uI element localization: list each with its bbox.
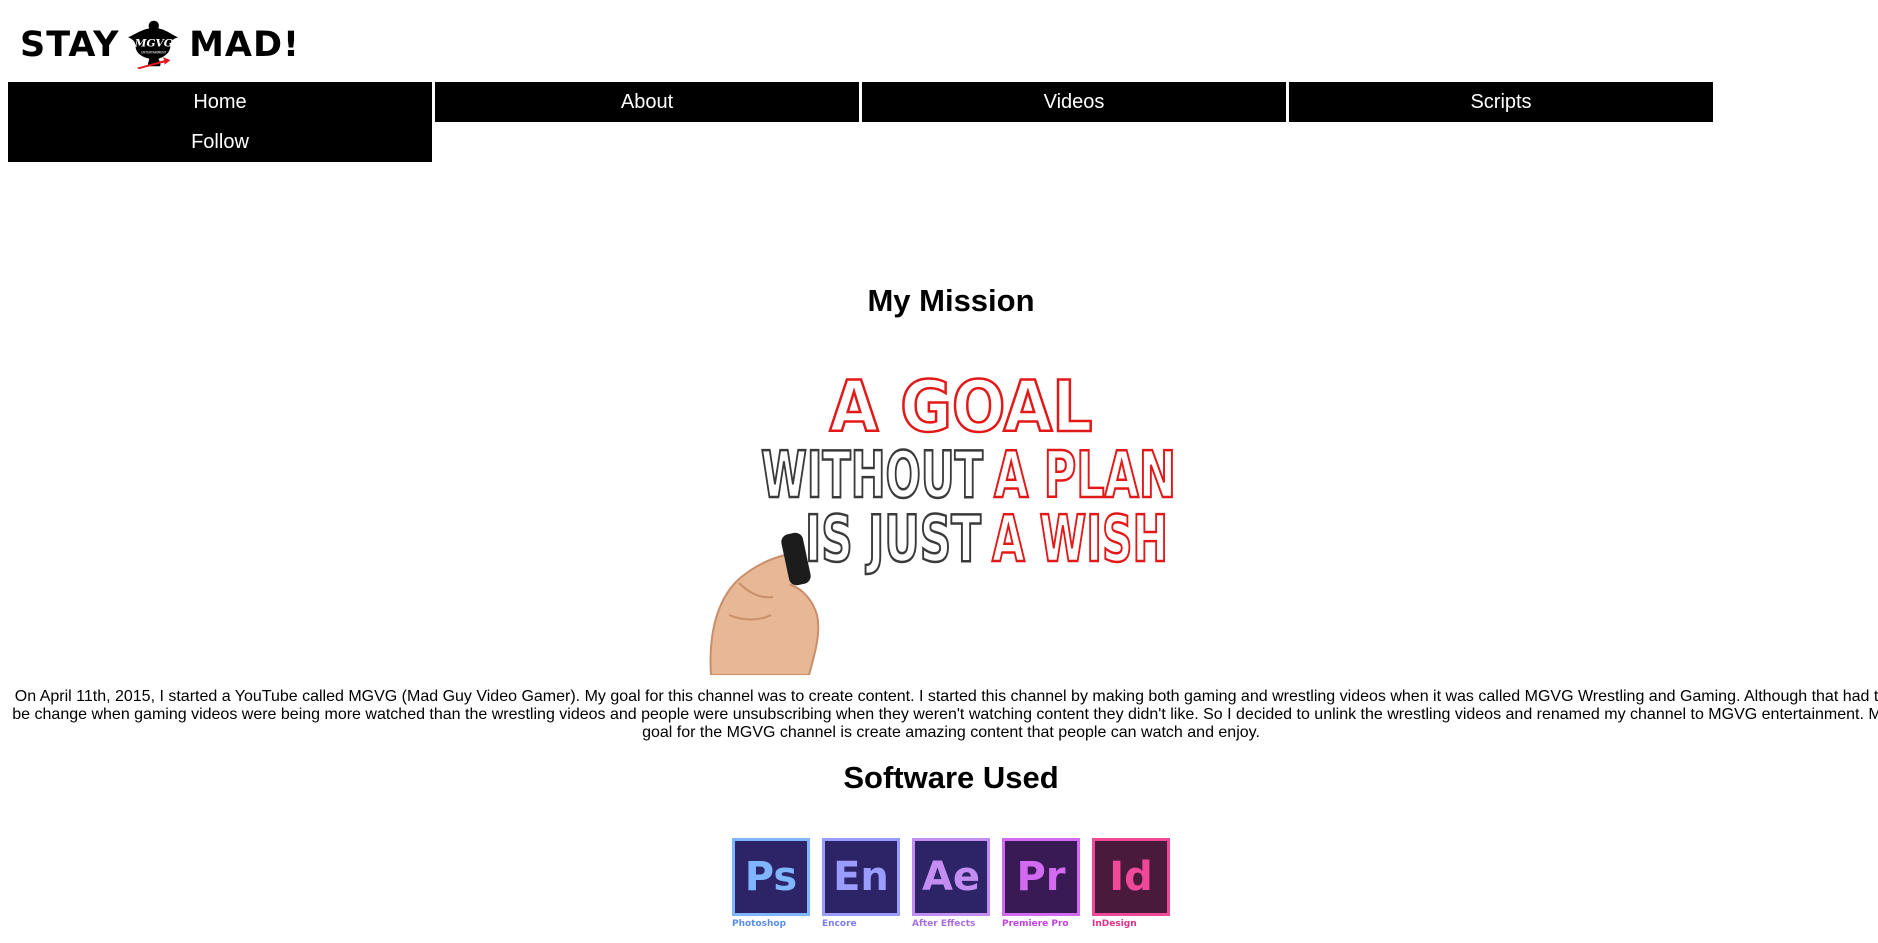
encore-icon[interactable]: En Encore: [822, 838, 900, 934]
nav-item-label: Scripts: [1470, 90, 1532, 113]
premiere-pro-icon[interactable]: Pr Premiere Pro: [1002, 838, 1080, 934]
software-label: Photoshop: [732, 919, 787, 929]
software-label: Encore: [822, 919, 857, 929]
nav-item-label: About: [620, 90, 674, 113]
emblem-sub: ENTERTAINMENT: [142, 50, 167, 54]
software-tile: Id: [1092, 838, 1170, 916]
image-line1: A GOAL: [830, 366, 1093, 448]
software-title: Software Used: [843, 760, 1059, 795]
software-label: After Effects: [912, 919, 976, 929]
nav-item-about[interactable]: About: [435, 82, 859, 122]
indesign-icon[interactable]: Id InDesign: [1092, 838, 1170, 934]
nav-item-label: Follow: [191, 130, 249, 153]
hand-icon: [709, 532, 820, 675]
image-line2b: A PLAN: [994, 439, 1176, 513]
emblem-text: MGVG: [134, 37, 173, 50]
software-label: Premiere Pro: [1002, 919, 1069, 929]
nav-item-label: Videos: [1043, 90, 1105, 113]
after-effects-icon[interactable]: Ae After Effects: [912, 838, 990, 934]
nav-item-home[interactable]: Home: [8, 82, 432, 122]
goal-plan-wish-image: A GOAL WITHOUT A PLAN IS JUST A WISH: [709, 353, 1196, 675]
software-label: InDesign: [1092, 919, 1137, 929]
photoshop-icon[interactable]: Ps Photoshop: [732, 838, 810, 934]
image-line3b: A WISH: [992, 503, 1168, 577]
nav-item-follow[interactable]: Follow: [8, 122, 432, 162]
image-line2a: WITHOUT: [761, 439, 983, 513]
logo-text-right: MAD!: [189, 25, 300, 65]
mission-paragraph: On April 11th, 2015, I started a YouTube…: [12, 688, 1878, 741]
image-line3a: IS JUST: [805, 503, 981, 577]
mission-title: My Mission: [867, 283, 1035, 318]
nav-item-videos[interactable]: Videos: [862, 82, 1286, 122]
mgvg-emblem-icon: MGVG ENTERTAINMENT: [125, 11, 183, 79]
software-tile: Ae: [912, 838, 990, 916]
logo-text-left: STAY: [20, 25, 120, 65]
software-tile: Ps: [732, 838, 810, 916]
nav-item-scripts[interactable]: Scripts: [1289, 82, 1713, 122]
main-nav: Home About Videos Scripts Follow: [8, 82, 1716, 162]
software-list: Ps Photoshop En Encore Ae After Effects …: [732, 838, 1170, 934]
site-logo[interactable]: STAY MGVG ENTERTAINMENT MAD!: [20, 10, 300, 80]
nav-item-label: Home: [193, 90, 247, 113]
software-tile: En: [822, 838, 900, 916]
software-tile: Pr: [1002, 838, 1080, 916]
